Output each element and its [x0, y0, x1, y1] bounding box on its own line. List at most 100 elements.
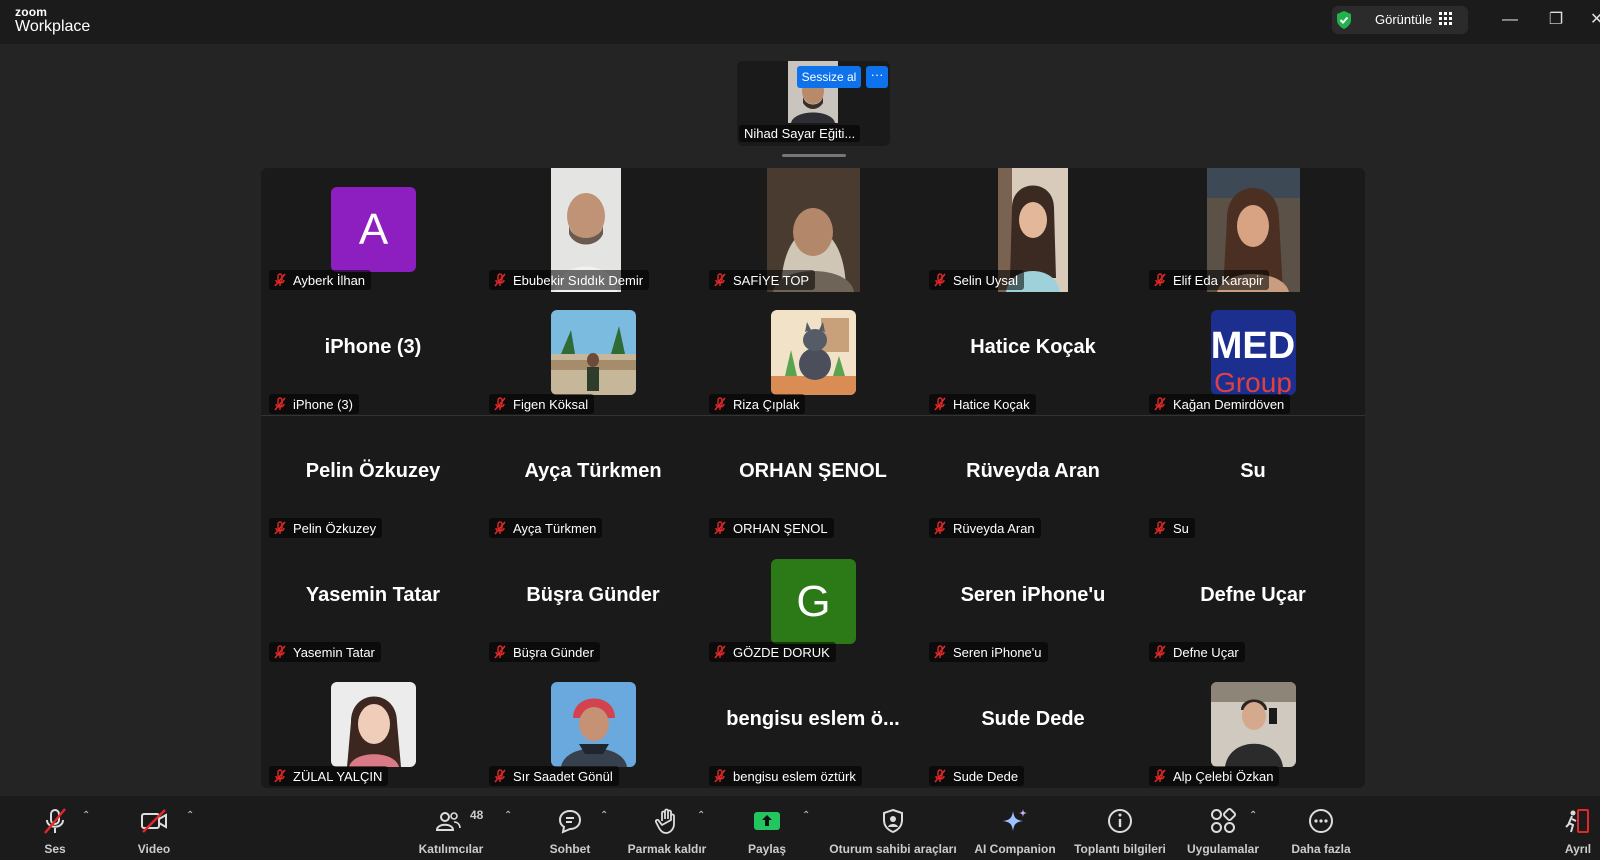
avatar: A: [331, 187, 416, 272]
share-screen-icon: [754, 812, 780, 830]
participants-options-caret-icon[interactable]: ⌃: [504, 810, 512, 821]
participant-tile[interactable]: Alp Çelebi Özkan: [1143, 664, 1363, 788]
participant-tile[interactable]: SAFİYE TOP: [703, 168, 923, 292]
chat-label: Sohbet: [549, 842, 591, 856]
chat-icon: [558, 809, 582, 834]
participant-label: ORHAN ŞENOL: [709, 518, 834, 538]
drag-handle[interactable]: [782, 154, 846, 157]
app-logo: zoom Workplace: [15, 6, 90, 35]
video-label: Video: [137, 842, 171, 856]
minimize-button[interactable]: —: [1498, 10, 1522, 30]
apps-icon: [1211, 807, 1237, 833]
participant-label: Kağan Demirdöven: [1149, 394, 1291, 414]
more-button[interactable]: Daha fazla: [1283, 796, 1359, 860]
raise-hand-button[interactable]: Parmak kaldır: [625, 796, 709, 860]
participant-name: Alp Çelebi Özkan: [1173, 768, 1274, 784]
participant-tile[interactable]: Pelin Özkuzey Pelin Özkuzey: [263, 416, 483, 540]
share-options-caret-icon[interactable]: ⌃: [802, 810, 810, 821]
participant-tile[interactable]: ZÜLAL YALÇIN: [263, 664, 483, 788]
participant-name: Yasemin Tatar: [293, 644, 375, 660]
more-dots-icon: [1309, 809, 1333, 833]
participant-tile[interactable]: Ebubekir Sıddık Demir: [483, 168, 703, 292]
participant-tile[interactable]: G GÖZDE DORUK: [703, 540, 923, 664]
participant-name: Pelin Özkuzey: [293, 520, 377, 536]
mute-participant-button[interactable]: Sessize al: [797, 66, 861, 88]
participant-tile[interactable]: Büşra Günder Büşra Günder: [483, 540, 703, 664]
mic-off-icon: [1154, 521, 1166, 535]
participant-tile[interactable]: Su Su: [1143, 416, 1363, 540]
participant-name: Figen Köksal: [513, 396, 589, 412]
participant-tile[interactable]: ORHAN ŞENOL ORHAN ŞENOL: [703, 416, 923, 540]
participant-label: Büşra Günder: [489, 642, 600, 662]
ai-companion-label: AI Companion: [974, 842, 1056, 856]
participant-name: Selin Uysal: [953, 272, 1019, 288]
mic-off-icon: [1154, 397, 1166, 411]
participant-display-name: Rüveyda Aran: [966, 460, 1100, 482]
participant-name: GÖZDE DORUK: [733, 644, 830, 660]
participant-tile[interactable]: Yasemin Tatar Yasemin Tatar: [263, 540, 483, 664]
participant-tile[interactable]: Riza Çıplak: [703, 292, 923, 416]
participant-tile[interactable]: A Ayberk İlhan: [263, 168, 483, 292]
participant-label: Alp Çelebi Özkan: [1149, 766, 1280, 786]
participant-tile[interactable]: bengisu eslem ö... bengisu eslem öztürk: [703, 664, 923, 788]
chat-button[interactable]: Sohbet: [545, 796, 595, 860]
apps-button[interactable]: Uygulamalar: [1183, 796, 1263, 860]
video-options-caret-icon[interactable]: ⌃: [186, 810, 194, 821]
mic-off-icon: [934, 397, 946, 411]
participant-label: Figen Köksal: [489, 394, 595, 414]
participant-tile[interactable]: Ayça Türkmen Ayça Türkmen: [483, 416, 703, 540]
participant-tile[interactable]: Hatice Koçak Hatice Koçak: [923, 292, 1143, 416]
restore-button[interactable]: ❐: [1544, 10, 1568, 30]
host-tools-button[interactable]: Oturum sahibi araçları: [826, 796, 960, 860]
mic-off-icon: [1154, 769, 1166, 783]
participant-label: bengisu eslem öztürk: [709, 766, 862, 786]
close-button[interactable]: ✕: [1590, 10, 1600, 30]
chat-options-caret-icon[interactable]: ⌃: [600, 810, 608, 821]
participant-display-name: bengisu eslem ö...: [726, 708, 900, 730]
participant-name: Seren iPhone'u: [953, 644, 1042, 660]
leave-button[interactable]: Ayrıl: [1556, 796, 1600, 860]
participant-label: Rüveyda Aran: [929, 518, 1041, 538]
brand-large: Workplace: [15, 18, 91, 35]
mic-off-icon: [1154, 645, 1166, 659]
avatar: G: [771, 559, 856, 644]
participant-tile[interactable]: Defne Uçar Defne Uçar: [1143, 540, 1363, 664]
participant-label: GÖZDE DORUK: [709, 642, 836, 662]
leave-label: Ayrıl: [1564, 842, 1592, 856]
participant-tile[interactable]: Selin Uysal: [923, 168, 1143, 292]
mic-off-icon: [714, 521, 726, 535]
participant-display-name: Hatice Koçak: [970, 336, 1096, 358]
participant-label: Ayberk İlhan: [269, 270, 372, 290]
participant-label: Sude Dede: [929, 766, 1025, 786]
meeting-info-label: Toplantı bilgileri: [1074, 842, 1166, 856]
mic-off-icon: [714, 645, 726, 659]
ai-companion-button[interactable]: AI Companion: [970, 796, 1060, 860]
participant-tile[interactable]: Figen Köksal: [483, 292, 703, 416]
audio-options-caret-icon[interactable]: ⌃: [82, 810, 90, 821]
avatar-logo: MED Group: [1211, 310, 1296, 395]
participant-display-name: Büşra Günder: [526, 584, 660, 606]
mic-off-icon: [714, 397, 726, 411]
participant-tile[interactable]: MED Group Kağan Demirdöven: [1143, 292, 1363, 416]
audio-button[interactable]: Ses: [30, 796, 80, 860]
meeting-info-button[interactable]: Toplantı bilgileri: [1072, 796, 1168, 860]
avatar: [331, 682, 416, 767]
share-button[interactable]: Paylaş: [742, 796, 792, 860]
mic-off-icon: [1154, 273, 1166, 287]
ai-sparkle-icon: [1003, 809, 1027, 831]
more-options-button[interactable]: ···: [866, 66, 888, 88]
participant-tile[interactable]: Seren iPhone'u Seren iPhone'u: [923, 540, 1143, 664]
participant-tile[interactable]: Elif Eda Karapir: [1143, 168, 1363, 292]
participant-display-name: ORHAN ŞENOL: [739, 460, 887, 482]
reactions-options-caret-icon[interactable]: ⌃: [697, 810, 705, 821]
participant-tile[interactable]: Sır Saadet Gönül: [483, 664, 703, 788]
participant-name: Sude Dede: [953, 768, 1019, 784]
participant-tile[interactable]: Rüveyda Aran Rüveyda Aran: [923, 416, 1143, 540]
participant-name: Ebubekir Sıddık Demir: [513, 272, 644, 288]
participant-tile[interactable]: iPhone (3) iPhone (3): [263, 292, 483, 416]
apps-options-caret-icon[interactable]: ⌃: [1249, 810, 1257, 821]
participant-tile[interactable]: Sude Dede Sude Dede: [923, 664, 1143, 788]
video-button[interactable]: Video: [127, 796, 181, 860]
participants-button[interactable]: Katılımcılar: [414, 796, 488, 860]
participant-display-name: Yasemin Tatar: [305, 584, 441, 606]
